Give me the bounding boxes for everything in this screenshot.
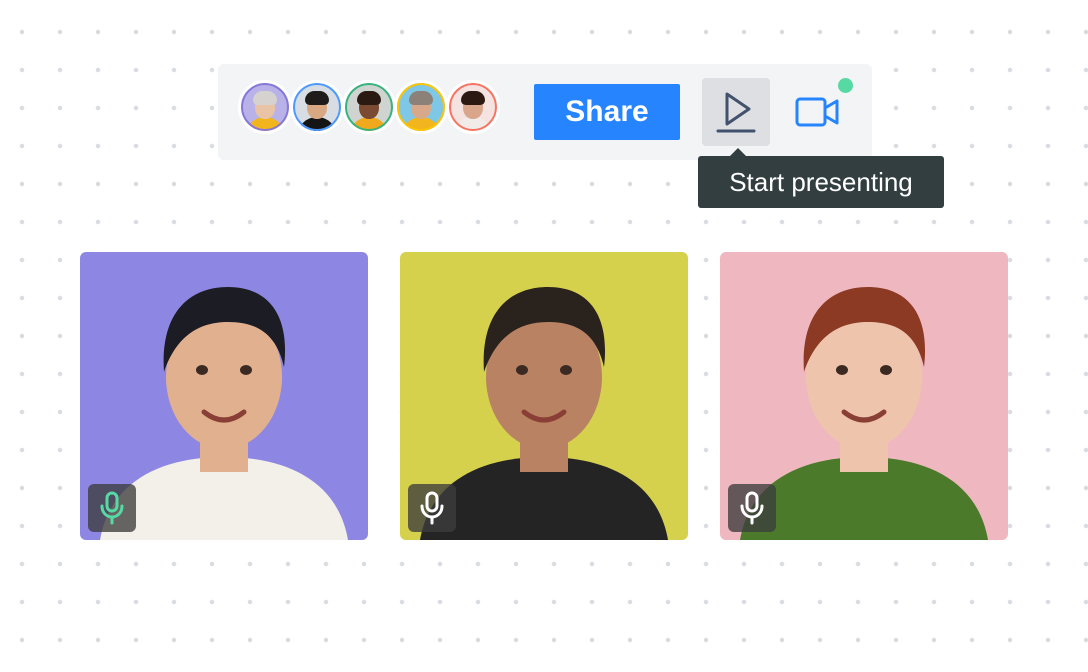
avatar[interactable] [290, 80, 344, 134]
microphone-icon [740, 491, 764, 525]
play-present-icon [716, 92, 756, 133]
microphone-button[interactable] [88, 484, 136, 532]
start-presenting-tooltip: Start presenting [698, 156, 944, 208]
video-tile-1 [80, 252, 368, 540]
video-camera-button[interactable] [792, 88, 842, 136]
video-tile-2 [400, 252, 688, 540]
tooltip-arrow [730, 148, 746, 156]
camera-status-dot [838, 78, 853, 93]
avatar[interactable] [394, 80, 448, 134]
collaboration-toolbar: Share [218, 64, 872, 160]
microphone-icon [100, 491, 124, 525]
microphone-button[interactable] [408, 484, 456, 532]
video-tile-3 [720, 252, 1008, 540]
share-button[interactable]: Share [534, 84, 680, 140]
microphone-icon [420, 491, 444, 525]
video-camera-icon [795, 97, 839, 127]
avatar[interactable] [446, 80, 500, 134]
avatar[interactable] [342, 80, 396, 134]
microphone-button[interactable] [728, 484, 776, 532]
avatar[interactable] [238, 80, 292, 134]
start-presenting-button[interactable] [702, 78, 770, 146]
